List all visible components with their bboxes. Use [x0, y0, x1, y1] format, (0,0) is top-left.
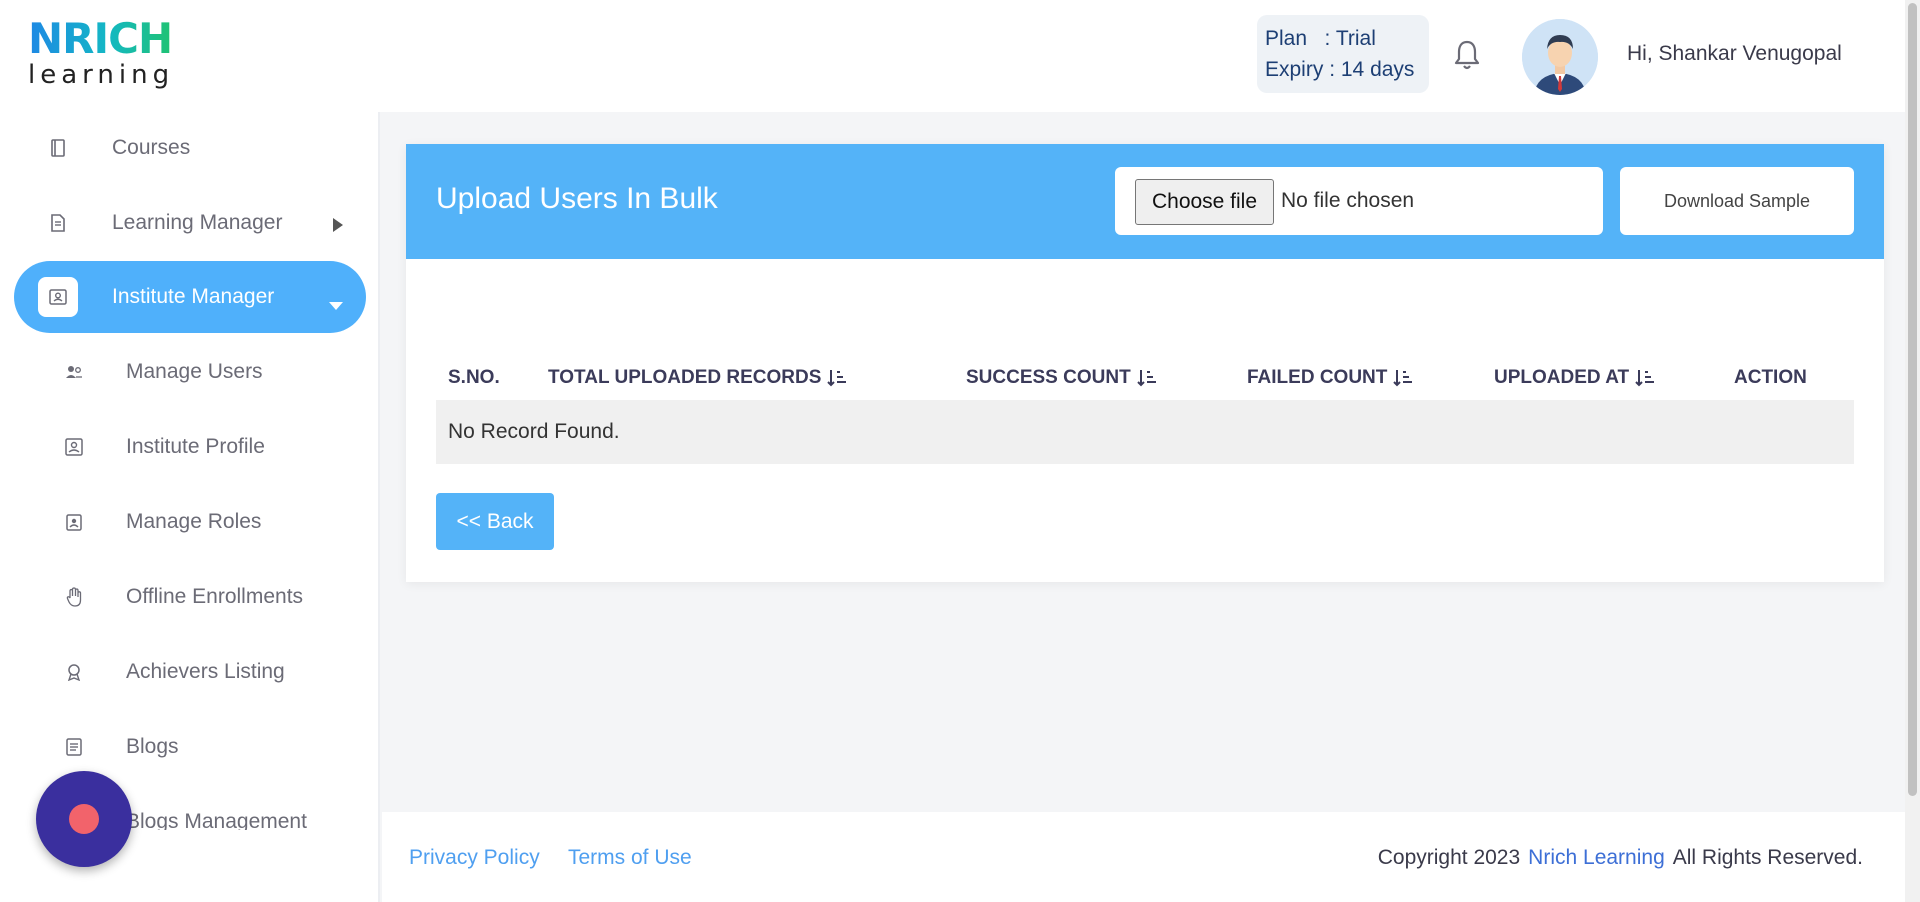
privacy-policy-link[interactable]: Privacy Policy	[409, 846, 540, 870]
table-empty-row: No Record Found.	[436, 400, 1854, 464]
record-dot-icon	[69, 804, 99, 834]
rights-text: All Rights Reserved.	[1672, 846, 1863, 869]
column-failed-count[interactable]: FAILED COUNT	[1247, 367, 1413, 389]
plan-value: : Trial	[1324, 27, 1376, 50]
upload-users-card: Upload Users In Bulk Choose file No file…	[406, 144, 1884, 582]
record-fab-button[interactable]	[36, 771, 132, 867]
user-avatar[interactable]	[1522, 19, 1598, 95]
sidebar-item-courses[interactable]: Courses	[14, 112, 366, 184]
download-sample-button[interactable]: Download Sample	[1620, 167, 1854, 235]
plan-info: Plan : Trial Expiry : 14 days	[1257, 15, 1429, 93]
award-icon	[54, 652, 94, 692]
expiry-label: Expiry	[1265, 58, 1324, 81]
file-input[interactable]: Choose file No file chosen	[1115, 167, 1603, 235]
sidebar-item-learning-manager[interactable]: Learning Manager	[14, 187, 366, 259]
copyright: Copyright 2023 Nrich Learning All Rights R…	[1378, 846, 1863, 870]
notification-bell-icon[interactable]	[1452, 38, 1482, 72]
blog-icon	[54, 727, 94, 767]
book-icon	[38, 128, 78, 168]
scrollbar-thumb[interactable]	[1908, 3, 1917, 796]
badge-icon	[54, 502, 94, 542]
sort-icon	[827, 370, 847, 387]
sidebar-item-achievers-listing[interactable]: Achievers Listing	[14, 636, 366, 708]
sidebar-item-blogs[interactable]: Blogs	[14, 711, 366, 783]
file-status: No file chosen	[1281, 189, 1415, 212]
users-icon	[54, 352, 94, 392]
logo-subtext: learning	[28, 60, 175, 90]
sidebar-menu: Courses Learning Manager Institute Manag…	[0, 112, 380, 830]
sort-icon	[1393, 370, 1413, 387]
plan-label: Plan	[1265, 27, 1308, 50]
sidebar-item-institute-manager[interactable]: Institute Manager	[14, 261, 366, 333]
column-success-count[interactable]: SUCCESS COUNT	[966, 367, 1157, 389]
column-action: ACTION	[1734, 367, 1807, 388]
column-uploaded-at[interactable]: UPLOADED AT	[1494, 367, 1655, 389]
sort-icon	[1136, 370, 1156, 387]
expiry-value: : 14 days	[1329, 58, 1415, 81]
sidebar-item-manage-users[interactable]: Manage Users	[14, 336, 366, 408]
column-total-uploaded[interactable]: TOTAL UPLOADED RECORDS	[548, 367, 847, 389]
brand-link[interactable]: Nrich Learning	[1528, 846, 1665, 869]
sidebar-item-label: Blogs Management	[126, 810, 307, 830]
nrich-logo[interactable]: NRICH learning	[28, 18, 188, 92]
sidebar-item-label: Offline Enrollments	[126, 585, 304, 608]
sidebar-item-label: Manage Roles	[126, 510, 262, 533]
caret-down-icon	[328, 293, 344, 317]
choose-file-button[interactable]: Choose file	[1135, 179, 1274, 225]
page-scrollbar[interactable]	[1905, 0, 1920, 902]
empty-message: No Record Found.	[448, 420, 620, 443]
sidebar-item-label: Courses	[112, 136, 191, 159]
profile-icon	[54, 427, 94, 467]
sort-icon	[1635, 370, 1655, 387]
logo-wordmark: NRICH	[28, 18, 188, 60]
card-header: Upload Users In Bulk Choose file No file…	[406, 144, 1884, 259]
column-sno: S.NO.	[448, 367, 500, 388]
sidebar-item-label: Blogs	[126, 735, 179, 758]
sidebar-item-offline-enrollments[interactable]: Offline Enrollments	[14, 561, 366, 633]
sidebar-item-label: Manage Users	[126, 360, 263, 383]
top-header: NRICH learning Plan : Trial Expiry : 14 …	[0, 0, 1905, 112]
caret-right-icon	[332, 215, 344, 239]
footer: Privacy Policy Terms of Use Copyright 20…	[382, 812, 1905, 902]
sidebar-item-label: Institute Profile	[126, 435, 265, 458]
user-greeting[interactable]: Hi, Shankar Venugopal	[1627, 42, 1842, 66]
sidebar-item-label: Achievers Listing	[126, 660, 285, 683]
sidebar-item-manage-roles[interactable]: Manage Roles	[14, 486, 366, 558]
sidebar-item-label: Institute Manager	[112, 285, 275, 308]
id-card-icon	[38, 277, 78, 317]
hand-icon	[54, 577, 94, 617]
back-button[interactable]: << Back	[436, 493, 554, 550]
page-title: Upload Users In Bulk	[436, 182, 718, 215]
copyright-text: Copyright 2023	[1377, 846, 1521, 869]
sidebar-item-label: Learning Manager	[112, 211, 283, 234]
table-header: S.NO. TOTAL UPLOADED RECORDS SUCCESS COU…	[436, 351, 1854, 407]
terms-of-use-link[interactable]: Terms of Use	[568, 846, 692, 870]
document-icon	[38, 203, 78, 243]
sidebar-item-institute-profile[interactable]: Institute Profile	[14, 411, 366, 483]
